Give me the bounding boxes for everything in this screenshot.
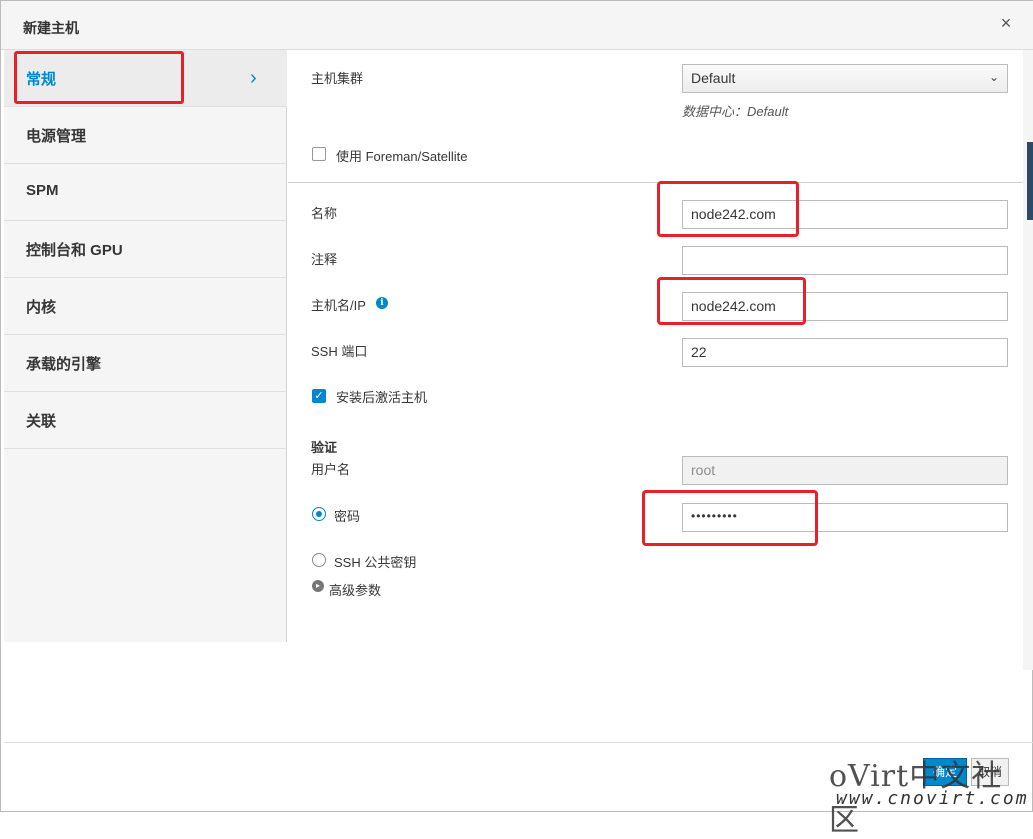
comment-label: 注释: [311, 252, 338, 267]
highlight-mark: [657, 181, 799, 237]
cluster-select-value: Default: [691, 70, 736, 86]
sidebar: 常规 › 电源管理 SPM 控制台和 GPU 内核 承载的引擎 关联: [4, 50, 287, 642]
info-icon[interactable]: i: [376, 297, 388, 309]
ssh-key-label: SSH 公共密钥: [334, 555, 417, 570]
ssh-key-radio[interactable]: [312, 553, 326, 567]
dialog-header: 新建主机 ×: [1, 1, 1033, 50]
activate-checkbox[interactable]: ✓: [312, 389, 326, 403]
highlight-mark: [657, 277, 806, 325]
password-label: 密码: [334, 509, 361, 524]
foreman-label: 使用 Foreman/Satellite: [336, 149, 468, 164]
background-edge-dark: [1027, 142, 1033, 220]
auth-heading: 验证: [311, 440, 338, 455]
close-icon[interactable]: ×: [997, 13, 1015, 33]
expand-icon[interactable]: ▸: [312, 580, 324, 592]
sidebar-item-label: 内核: [26, 299, 57, 316]
foreman-checkbox[interactable]: [312, 147, 326, 161]
sidebar-item-label: 电源管理: [26, 128, 87, 145]
sidebar-item-power-management[interactable]: 电源管理: [4, 107, 287, 164]
highlight-mark: [14, 51, 184, 104]
comment-input[interactable]: [682, 246, 1008, 275]
new-host-dialog: 新建主机 × 常规 › 电源管理 SPM 控制台和 GPU 内核 承载的引擎 关…: [0, 0, 1033, 838]
general-form: 主机集群 Default ⌄ 数据中心：Default 使用 Foreman/S…: [288, 50, 1023, 642]
username-label: 用户名: [311, 462, 351, 477]
name-label: 名称: [311, 206, 338, 221]
sidebar-item-kernel[interactable]: 内核: [4, 278, 287, 335]
sidebar-item-affinity[interactable]: 关联: [4, 392, 287, 449]
sidebar-item-hosted-engine[interactable]: 承载的引擎: [4, 335, 287, 392]
hostname-label: 主机名/IP: [311, 298, 366, 313]
password-radio[interactable]: [312, 507, 326, 521]
cluster-select[interactable]: Default ⌄: [682, 64, 1008, 93]
background-edge: [1023, 50, 1033, 670]
datacenter-note: 数据中心：Default: [682, 104, 789, 119]
activate-label: 安装后激活主机: [336, 390, 428, 405]
ssh-port-label: SSH 端口: [311, 344, 368, 359]
chevron-right-icon: ›: [250, 67, 257, 89]
ssh-port-input[interactable]: 22: [682, 338, 1008, 367]
username-input: root: [682, 456, 1008, 485]
sidebar-item-spm[interactable]: SPM: [4, 164, 287, 221]
sidebar-item-label: SPM: [26, 182, 59, 199]
sidebar-item-console-gpu[interactable]: 控制台和 GPU: [4, 221, 287, 278]
highlight-mark: [642, 490, 818, 546]
chevron-down-icon: ⌄: [988, 70, 999, 84]
watermark-url: www.cnovirt.com: [836, 788, 1029, 809]
sidebar-item-label: 关联: [26, 413, 57, 430]
cluster-label: 主机集群: [311, 71, 364, 86]
dialog-title: 新建主机: [23, 20, 79, 36]
footer-divider: [4, 742, 1033, 743]
sidebar-item-label: 承载的引擎: [26, 356, 102, 373]
divider: [288, 182, 1023, 183]
sidebar-item-label: 控制台和 GPU: [26, 242, 123, 259]
advanced-params-toggle[interactable]: 高级参数: [329, 580, 381, 599]
